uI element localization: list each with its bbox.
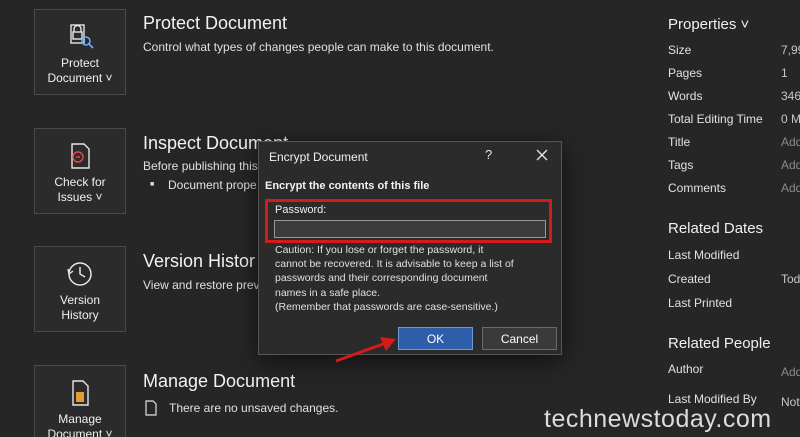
- manage-document-label: Manage Document ˅: [47, 412, 113, 437]
- help-button[interactable]: ?: [485, 147, 492, 162]
- close-button[interactable]: [531, 144, 553, 166]
- manage-document-title: Manage Document: [143, 371, 296, 391]
- prop-comments-label: Comments: [668, 181, 727, 195]
- dialog-title: Encrypt Document: [269, 150, 368, 164]
- prop-pages-label: Pages: [668, 66, 703, 80]
- version-history-description: View and restore previ: [143, 278, 263, 292]
- manage-document-description: There are no unsaved changes.: [169, 401, 339, 415]
- history-clock-icon: [63, 259, 97, 289]
- ok-button[interactable]: OK: [398, 327, 473, 350]
- last-modified-label: Last Modified: [668, 248, 740, 262]
- version-history-title: Version Histor: [143, 251, 256, 271]
- manage-document-button[interactable]: Manage Document ˅: [34, 365, 126, 437]
- prop-words-value: 346: [781, 89, 800, 103]
- manage-document-icon: [63, 378, 97, 408]
- dialog-heading: Encrypt the contents of this file: [265, 180, 430, 192]
- prop-pages-value: 1: [781, 66, 788, 80]
- prop-comments-value[interactable]: Add: [781, 181, 800, 195]
- created-value: Tod: [781, 272, 800, 286]
- last-printed-label: Last Printed: [668, 296, 733, 310]
- prop-editing-time-label: Total Editing Time: [668, 112, 763, 126]
- prop-size-value: 7,99: [781, 43, 800, 57]
- created-label: Created: [668, 272, 711, 286]
- version-history-button[interactable]: Version History: [34, 246, 126, 332]
- protect-document-label: Protect Document ˅: [47, 56, 113, 85]
- author-label: Author: [668, 362, 704, 376]
- lock-key-icon: [63, 22, 97, 52]
- prop-size-label: Size: [668, 43, 692, 57]
- prop-title-value[interactable]: Add: [781, 135, 800, 149]
- author-value[interactable]: Add: [781, 365, 800, 379]
- prop-title-label: Title: [668, 135, 691, 149]
- inspect-bullet-item: Document prope: [150, 178, 257, 192]
- document-check-icon: [63, 141, 97, 171]
- check-for-issues-button[interactable]: Check for Issues ˅: [34, 128, 126, 214]
- password-input[interactable]: [274, 220, 546, 238]
- related-dates-heading: Related Dates: [668, 220, 764, 237]
- prop-tags-label: Tags: [668, 158, 694, 172]
- caution-text: Caution: If you lose or forget the passw…: [275, 244, 514, 313]
- password-label: Password:: [275, 204, 327, 216]
- close-icon: [536, 149, 548, 161]
- cancel-button[interactable]: Cancel: [482, 327, 557, 350]
- protect-document-title: Protect Document: [143, 13, 288, 33]
- document-status-icon: [144, 400, 158, 421]
- protect-document-description: Control what types of changes people can…: [143, 40, 494, 54]
- prop-editing-time-value: 0 M: [781, 112, 800, 126]
- properties-heading[interactable]: Properties ˅: [668, 16, 749, 33]
- version-history-label: Version History: [59, 293, 101, 322]
- watermark-text: technewstoday.com: [544, 405, 772, 433]
- related-people-heading: Related People: [668, 335, 771, 352]
- last-modified-by-label: Last Modified By: [668, 392, 757, 406]
- protect-document-button[interactable]: Protect Document ˅: [34, 9, 126, 95]
- prop-words-label: Words: [668, 89, 703, 103]
- annotation-arrow-icon: [335, 337, 396, 363]
- check-for-issues-label: Check for Issues ˅: [54, 175, 106, 204]
- encrypt-document-dialog: Encrypt Document ? Encrypt the contents …: [258, 141, 562, 355]
- last-modified-by-value: Not: [781, 395, 800, 409]
- inspect-document-description: Before publishing this: [143, 159, 258, 173]
- prop-tags-value[interactable]: Add: [781, 158, 800, 172]
